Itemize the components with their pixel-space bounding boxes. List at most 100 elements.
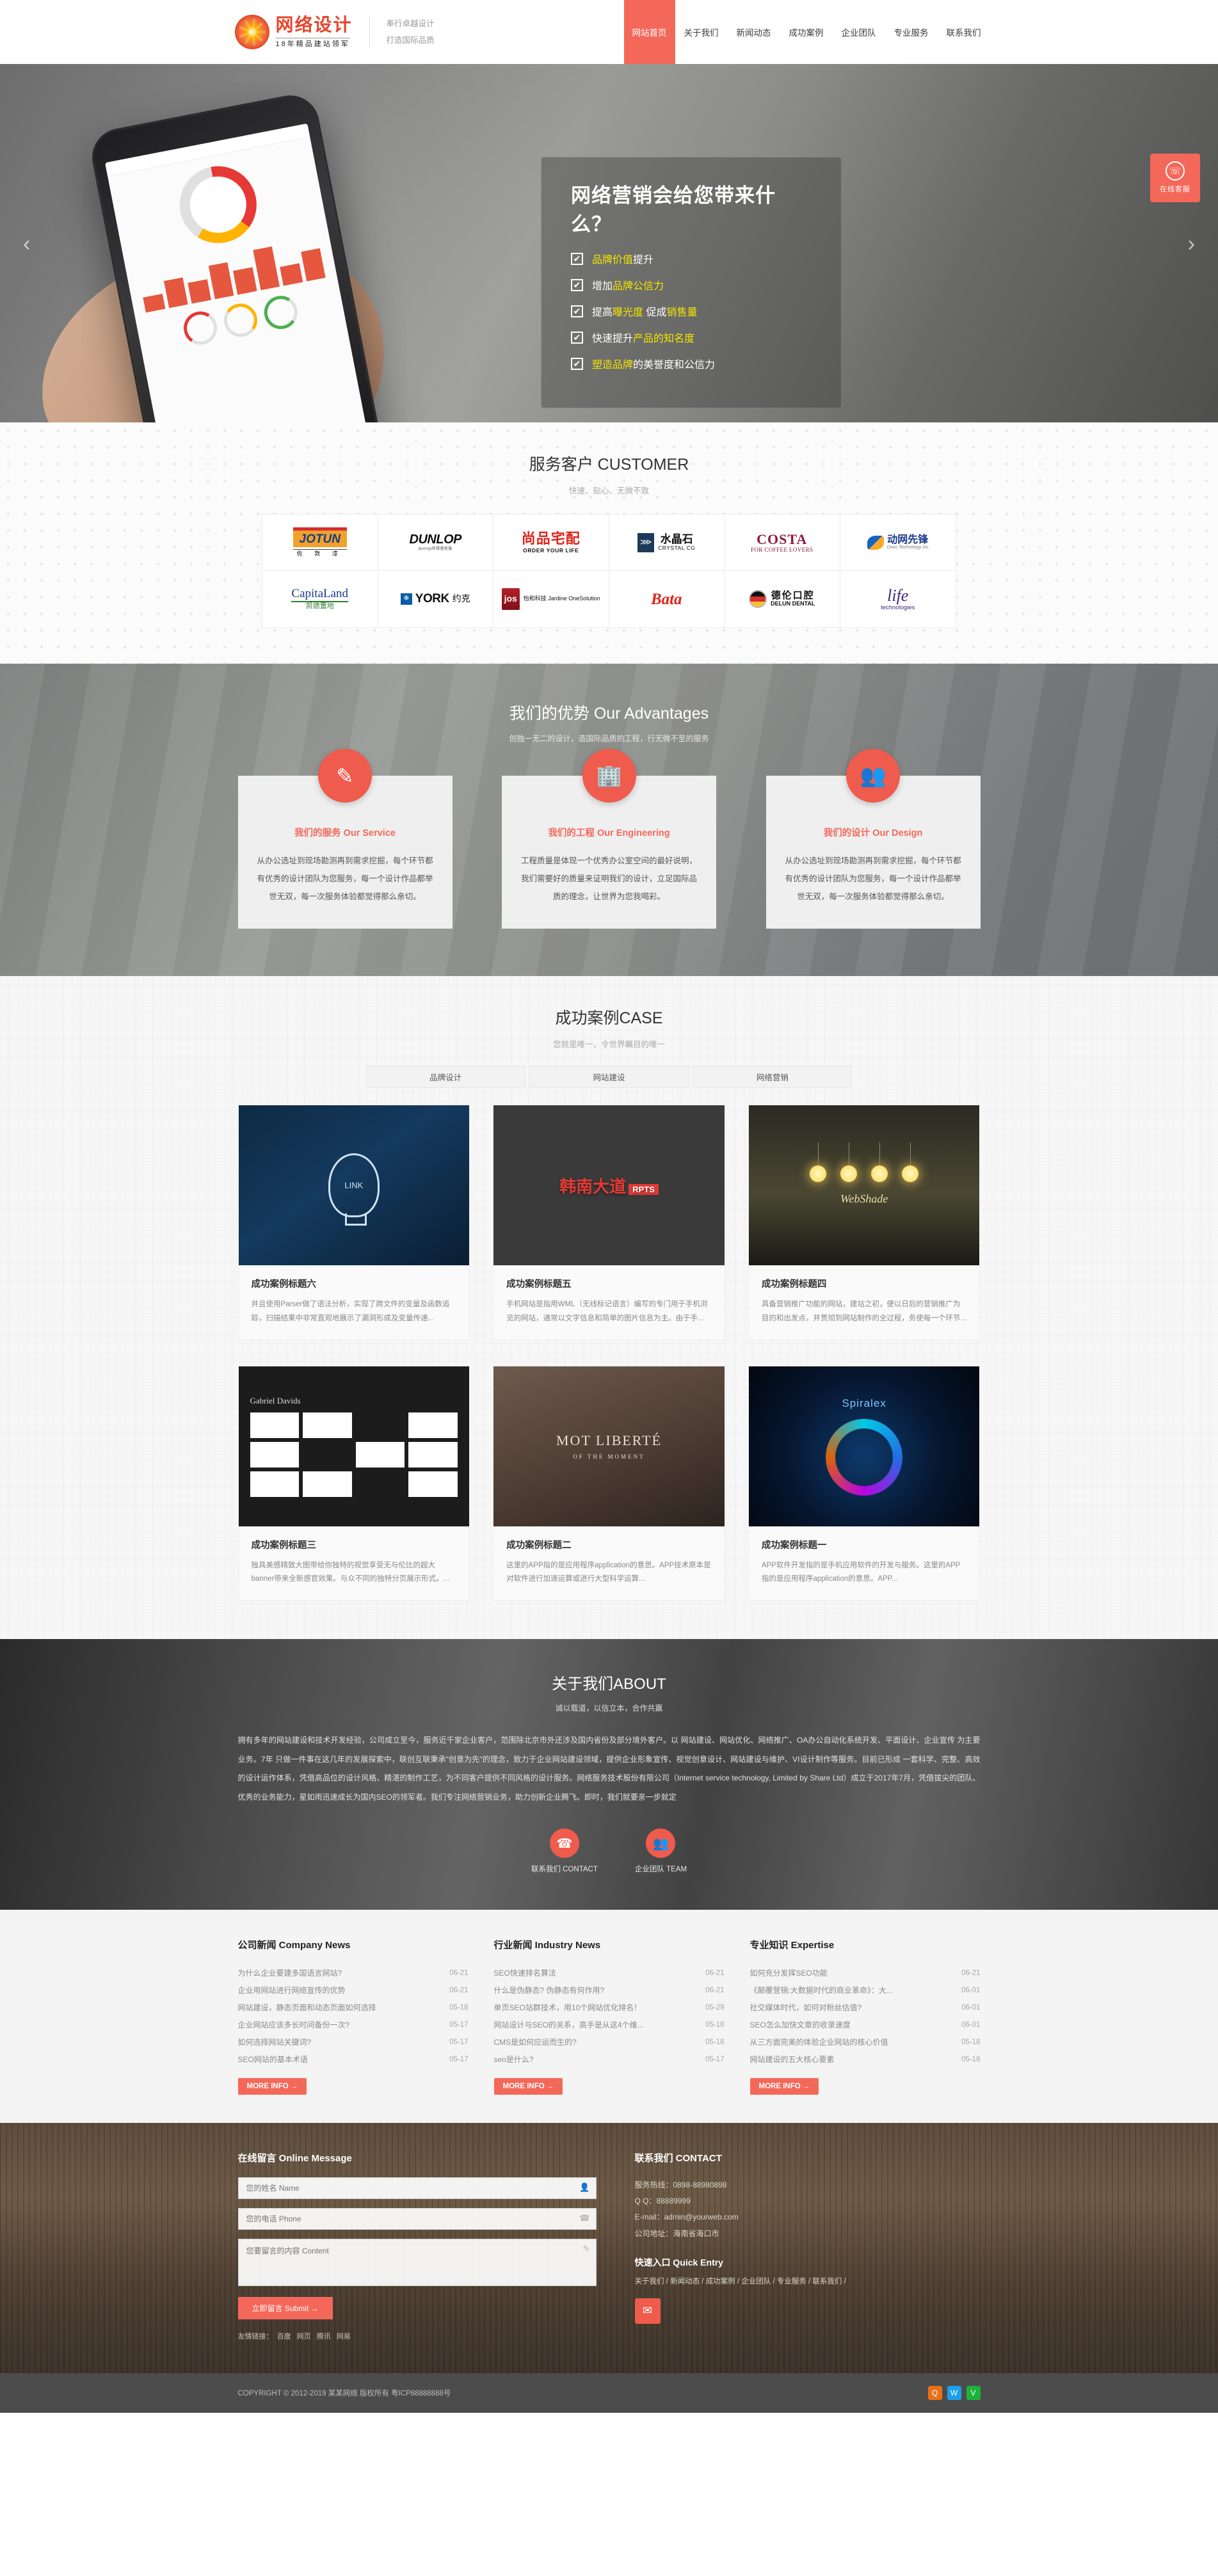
news-item[interactable]: 企业用网站进行网络宣传的优势 06-21 bbox=[238, 1981, 469, 1999]
site-header: 网络设计 18年精品建站领军 奉行卓越设计 打造国际品质 网站首页 关于我们 新… bbox=[0, 0, 1218, 64]
news-item[interactable]: 网站建设的五大核心要素 05-18 bbox=[750, 2051, 981, 2068]
nav-item-team[interactable]: 企业团队 bbox=[833, 0, 885, 64]
news-item-date: 05-18 bbox=[449, 2003, 469, 2012]
wechat-icon[interactable]: V bbox=[966, 2386, 981, 2400]
advantage-card-service[interactable]: ✎ 我们的服务 Our Service 从办公选址到现场勘测再到需求挖掘，每个环… bbox=[237, 749, 453, 929]
about-action-contact[interactable]: ☎ 联系我们 CONTACT bbox=[531, 1828, 598, 1874]
nav-item-cases[interactable]: 成功案例 bbox=[780, 0, 833, 64]
customer-logo-jotun[interactable]: JOTUN 佐 敦 漆 bbox=[262, 515, 378, 571]
case-card[interactable]: WebShade 成功案例标题四 具备营销推广功能的网站，建站之初，便以日后的营… bbox=[748, 1105, 981, 1340]
hero-prev-arrow[interactable]: ‹ bbox=[23, 232, 30, 257]
hero-bullet-3-pre: 提高 bbox=[592, 307, 613, 318]
delun-tooth-icon bbox=[749, 590, 767, 608]
customer-logo-life[interactable]: life technologies bbox=[840, 571, 956, 627]
news-item[interactable]: 社交媒体时代，如何对粉丝估值? 06-01 bbox=[750, 1999, 981, 2016]
more-info-button[interactable]: MORE INFO → bbox=[493, 2078, 563, 2095]
tab-brand-design[interactable]: 品牌设计 bbox=[365, 1066, 525, 1089]
news-item[interactable]: CMS是如何应运而生的? 05-18 bbox=[494, 2033, 725, 2051]
customer-logo-dunlop[interactable]: DUNLOP dunlop邓禄普轮胎 bbox=[378, 515, 493, 571]
wechat-icon[interactable]: ✉ bbox=[634, 2298, 661, 2324]
about-action-team[interactable]: 👥 企业团队 TEAM bbox=[635, 1828, 687, 1874]
case-card[interactable]: MOT LIBERTÉ OF THE MOMENT 成功案例标题二 这里的APP… bbox=[493, 1365, 725, 1601]
news-item-date: 06-01 bbox=[961, 2020, 981, 2029]
hero-bullet-3: ✔ 提高曝光度 促成销售量 bbox=[571, 303, 815, 319]
news-item[interactable]: 什么是伪静态? 伪静态有何作用? 06-21 bbox=[494, 1981, 725, 1999]
customer-logo-dovo[interactable]: 动网先锋 Dovo Technology Inc bbox=[840, 515, 956, 571]
case-card[interactable]: 韩南大道 RPTS 成功案例标题五 手机网站是指用WML（无线标记语言）编写的专门… bbox=[493, 1105, 725, 1340]
site-logo[interactable]: 网络设计 18年精品建站领军 bbox=[228, 15, 353, 49]
online-service-label: 在线客服 bbox=[1160, 186, 1190, 193]
qq-icon[interactable]: Q bbox=[927, 2386, 942, 2400]
friendly-link-baidu[interactable]: 百度 bbox=[277, 2333, 291, 2340]
news-item[interactable]: 网站设计与SEO的关系，高手是从这4个维... 05-18 bbox=[494, 2016, 725, 2033]
case-card[interactable]: Spiralex 成功案例标题一 APP软件开发指的是手机应用软件的开发与服务。… bbox=[748, 1365, 981, 1601]
quick-entry-links[interactable]: 关于我们 / 新闻动态 / 成功案例 / 企业团队 / 专业服务 / 联系我们 … bbox=[635, 2275, 981, 2289]
friendly-link-tencent[interactable]: 腾讯 bbox=[317, 2333, 331, 2340]
nav-item-about[interactable]: 关于我们 bbox=[675, 0, 728, 64]
logo-text: life bbox=[887, 586, 909, 605]
news-item-date: 05-18 bbox=[961, 2038, 981, 2046]
customer-logo-bata[interactable]: Bata bbox=[609, 571, 725, 627]
news-item[interactable]: 《颠覆营销:大数据时代的商业革命》：大... 06-01 bbox=[750, 1981, 981, 1999]
news-item[interactable]: SEO快速排名算法 06-21 bbox=[494, 1964, 725, 1981]
logo-subtext: 佐 敦 漆 bbox=[292, 549, 347, 557]
customer-logo-capitaland[interactable]: CapitaLand 凯德置地 bbox=[262, 571, 378, 627]
hero-next-arrow[interactable]: › bbox=[1188, 232, 1195, 257]
news-item-title: 网站建设，静态页面和动态页面如何选择 bbox=[237, 2003, 376, 2012]
news-item[interactable]: seo是什么? 05-17 bbox=[494, 2051, 725, 2068]
weibo-icon[interactable]: W bbox=[947, 2386, 961, 2400]
more-info-button[interactable]: MORE INFO → bbox=[237, 2078, 307, 2095]
customer-logo-delun[interactable]: 德伦口腔 DELUN DENTAL bbox=[725, 571, 840, 627]
online-service-float[interactable]: ☏ 在线客服 bbox=[1150, 154, 1200, 202]
message-phone-input[interactable] bbox=[237, 2208, 597, 2230]
customer-logo-york[interactable]: ❄ YORK 约克 bbox=[378, 571, 493, 627]
news-item[interactable]: 单页SEO站群技术，用10个网站优化排名！ 05-29 bbox=[494, 1999, 725, 2016]
news-item-title: SEO怎么加快文章的收录速度 bbox=[749, 2020, 851, 2029]
hero-bullet-3-hl1: 曝光度 bbox=[613, 307, 644, 318]
more-info-button[interactable]: MORE INFO → bbox=[749, 2078, 819, 2095]
message-heading: 在线留言 Online Message bbox=[237, 2153, 352, 2164]
news-item-date: 05-18 bbox=[705, 2038, 725, 2046]
news-item[interactable]: SEO网站的基本术语 05-17 bbox=[238, 2051, 469, 2068]
hero-bullet-1-hl: 品牌价值 bbox=[592, 255, 634, 266]
hero-banner: ‹ › 网络营销会给您带来什么？ ✔ 品牌价值提升 ✔ 增加品牌公信力 ✔ 提高… bbox=[0, 64, 1218, 422]
tab-online-marketing[interactable]: 网络营销 bbox=[693, 1066, 853, 1089]
news-item[interactable]: 企业网站应该多长时间备份一次? 05-17 bbox=[238, 2016, 469, 2033]
friendly-link-webpage[interactable]: 网页 bbox=[297, 2333, 311, 2340]
news-item[interactable]: 网站建设，静态页面和动态页面如何选择 05-18 bbox=[238, 1999, 469, 2016]
customer-logo-jos[interactable]: jos 怡和科技 Jardine OneSolution bbox=[493, 571, 609, 627]
news-item[interactable]: 如何选择网站关键词? 05-17 bbox=[238, 2033, 469, 2051]
case-card[interactable]: LINK 成功案例标题六 并且使用Parser做了语法分析，实现了跨文件的变量及… bbox=[237, 1105, 470, 1340]
case-thumbnail: WebShade bbox=[748, 1105, 980, 1266]
news-item[interactable]: 为什么企业要建多国语言网站? 06-21 bbox=[238, 1964, 469, 1981]
news-item[interactable]: 从三方面完美的体验企业网站的核心价值 05-18 bbox=[750, 2033, 981, 2051]
message-content-textarea[interactable] bbox=[237, 2239, 597, 2286]
tab-website-build[interactable]: 网站建设 bbox=[529, 1066, 689, 1089]
news-item[interactable]: SEO怎么加快文章的收录速度 06-01 bbox=[750, 2016, 981, 2033]
advantages-subtitle: 创独一无二的设计，造国际品质的工程，行无微不至的服务 bbox=[509, 734, 709, 743]
news-column-expertise: 专业知识 Expertise 如何充分发挥SEO功能 06-21 《颠覆营销:大数… bbox=[749, 1938, 981, 2095]
case-thumb-label: 韩南大道 bbox=[559, 1176, 627, 1196]
logo-subtext: 约克 bbox=[452, 593, 470, 604]
customer-logo-crystalcg[interactable]: ⋙ 水晶石 CRYSTAL CG bbox=[609, 515, 725, 571]
friendly-link-netease[interactable]: 网易 bbox=[337, 2333, 351, 2340]
nav-item-news[interactable]: 新闻动态 bbox=[728, 0, 780, 64]
phone-icon: ☎ bbox=[549, 1828, 579, 1858]
cases-grid: LINK 成功案例标题六 并且使用Parser做了语法分析，实现了跨文件的变量及… bbox=[237, 1105, 981, 1601]
news-item[interactable]: 如何充分发挥SEO功能 06-21 bbox=[750, 1964, 981, 1981]
advantage-card-engineering[interactable]: 🏢 我们的工程 Our Engineering 工程质量是体现一个优秀办公室空间… bbox=[502, 749, 716, 929]
logo-text: 德伦口腔 bbox=[771, 590, 815, 602]
nav-item-services[interactable]: 专业服务 bbox=[885, 0, 938, 64]
customer-logo-shangpin[interactable]: 尚品宅配 ORDER YOUR LIFE bbox=[493, 515, 609, 571]
news-item-date: 05-29 bbox=[705, 2003, 725, 2012]
about-title: 关于我们ABOUT bbox=[552, 1676, 666, 1693]
customer-logo-costa[interactable]: COSTA FOR COFFEE LOVERS bbox=[725, 515, 840, 571]
advantage-card-design[interactable]: 👥 我们的设计 Our Design 从办公选址到现场勘测再到需求挖掘，每个环节… bbox=[765, 749, 981, 929]
nav-item-contact[interactable]: 联系我们 bbox=[938, 0, 990, 64]
message-name-input[interactable] bbox=[237, 2177, 597, 2199]
friendly-links: 友情链接： 百度 网页 腾讯 网易 bbox=[238, 2331, 597, 2341]
nav-item-home[interactable]: 网站首页 bbox=[623, 0, 675, 64]
message-submit-button[interactable]: 立即留言 Submit → bbox=[237, 2297, 333, 2319]
copyright-text: COPYRIGHT © 2012-2019 某某网络 版权所有 粤ICP8888… bbox=[237, 2390, 451, 2397]
case-card[interactable]: Gabriel Davids 成功案例标题三 独具美感精致大图带给你独特的视觉享… bbox=[237, 1365, 470, 1601]
